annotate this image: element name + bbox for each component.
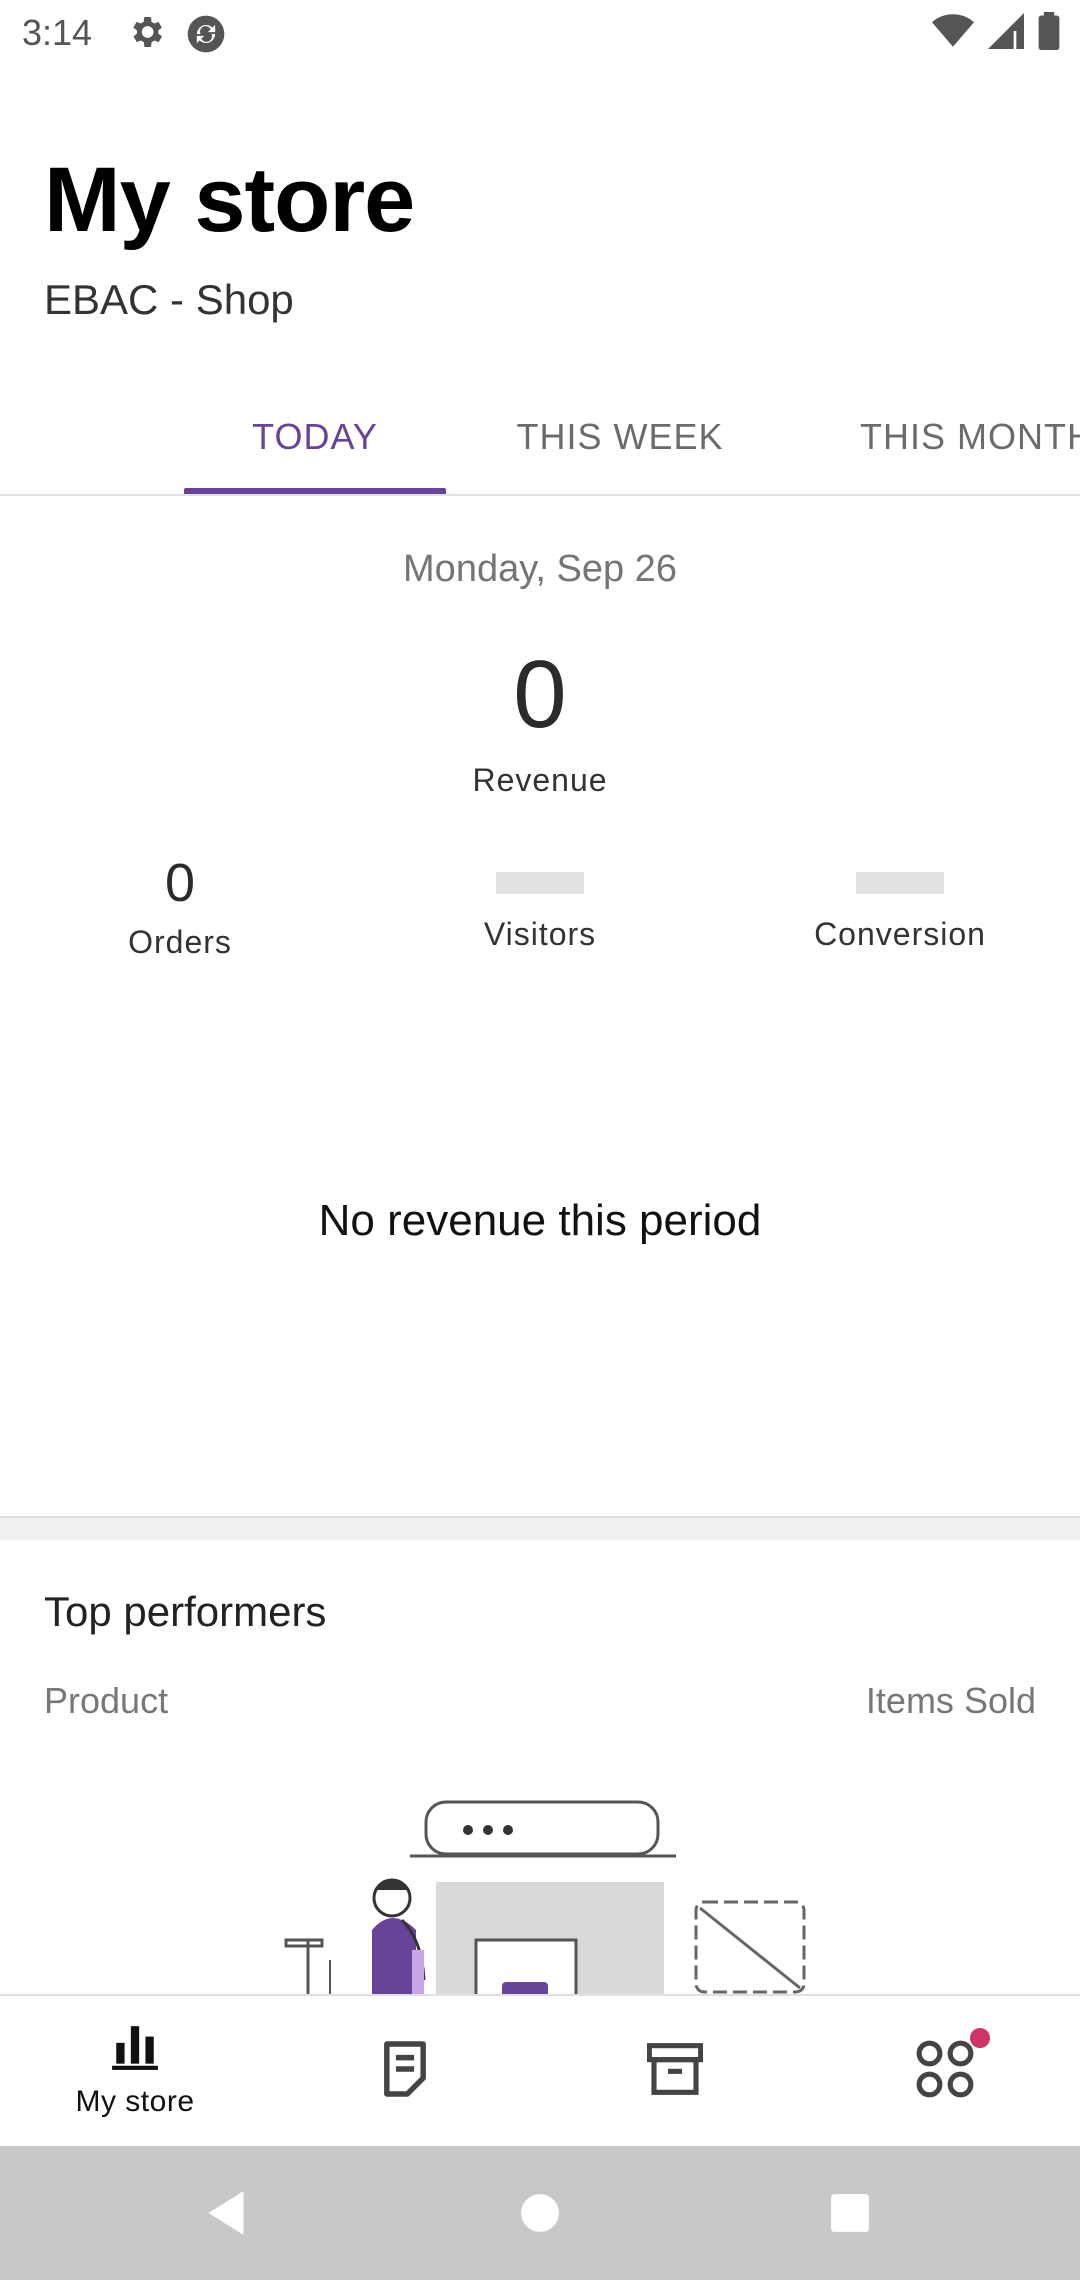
visitors-stat: Visitors: [360, 850, 720, 953]
nav-orders[interactable]: [270, 1996, 540, 2146]
orders-label: Orders: [128, 924, 232, 960]
conversion-label: Conversion: [814, 916, 986, 952]
home-button[interactable]: [480, 2146, 600, 2280]
gear-icon: [126, 12, 166, 57]
nav-products[interactable]: [540, 1996, 810, 2146]
home-circle-icon: [521, 2194, 559, 2232]
tab-indicator: [184, 488, 446, 494]
system-navigation-bar: [0, 2146, 1080, 2280]
conversion-placeholder: [856, 872, 944, 894]
period-tabs: TODAY THIS WEEK THIS MONTH: [0, 380, 1080, 496]
date-label: Monday, Sep 26: [403, 548, 677, 590]
nav-more[interactable]: [810, 1996, 1080, 2146]
revenue-value: 0: [513, 641, 567, 748]
more-menu-icon: [914, 2038, 976, 2105]
orders-icon: [380, 2040, 430, 2102]
notification-badge: [970, 2028, 990, 2048]
nav-my-store[interactable]: My store: [0, 1996, 270, 2146]
visitors-label: Visitors: [483, 916, 597, 952]
orders-stat: 0 Orders: [0, 850, 360, 961]
empty-state-illustration: [280, 1790, 820, 1996]
recents-square-icon: [831, 2194, 869, 2232]
orders-value: 0: [164, 853, 196, 913]
back-triangle-icon: [208, 2191, 244, 2235]
store-name: EBAC - Shop: [44, 276, 294, 323]
empty-revenue-message: No revenue this period: [318, 1196, 762, 1245]
back-button[interactable]: [166, 2146, 286, 2280]
battery-icon: [1038, 12, 1060, 55]
nav-my-store-label: My store: [75, 2084, 195, 2118]
top-performers-title: Top performers: [44, 1588, 327, 1635]
revenue-label: Revenue: [472, 762, 608, 798]
signal-icon: [988, 13, 1024, 54]
status-time: 3:14: [22, 12, 93, 53]
bottom-navigation: My store: [0, 1994, 1080, 2146]
items-sold-column-header: Items Sold: [865, 1680, 1036, 1721]
wifi-icon: [932, 13, 974, 54]
bar-chart-icon: [110, 2024, 160, 2075]
section-divider: [0, 1516, 1080, 1540]
page-title: My store: [44, 149, 415, 251]
recents-button[interactable]: [790, 2146, 910, 2280]
tab-today[interactable]: TODAY: [184, 380, 446, 494]
archive-icon: [646, 2042, 704, 2100]
visitors-placeholder: [496, 872, 584, 894]
status-bar: 3:14: [0, 0, 1080, 66]
conversion-stat: Conversion: [720, 850, 1080, 953]
tab-this-week[interactable]: THIS WEEK: [480, 380, 760, 494]
tab-this-month[interactable]: THIS MONTH: [820, 380, 1080, 494]
product-column-header: Product: [44, 1680, 169, 1721]
sync-icon: [184, 12, 228, 61]
